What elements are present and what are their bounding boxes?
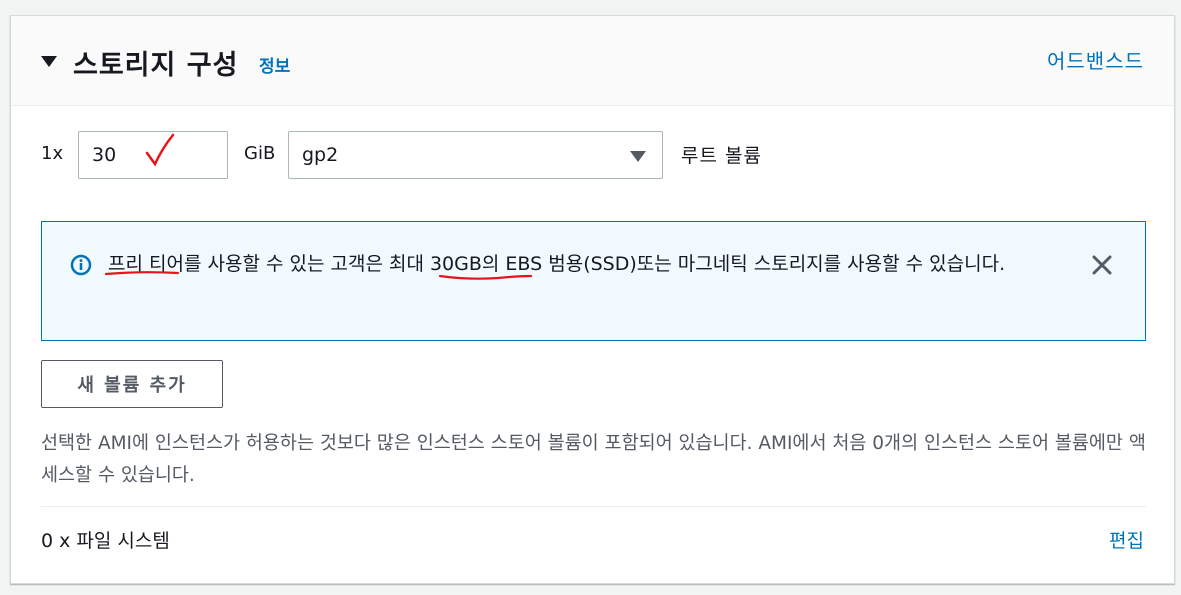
close-icon[interactable]: [1091, 254, 1113, 276]
edit-link[interactable]: 편집: [1109, 526, 1144, 553]
instance-store-note: 선택한 AMI에 인스턴스가 허용하는 것보다 많은 인스턴스 스토어 볼륨이 …: [41, 433, 1146, 486]
volume-type-select[interactable]: gp2: [288, 131, 663, 179]
red-underline-annotation: [104, 271, 180, 276]
caret-down-icon[interactable]: [41, 56, 57, 67]
panel-header: 스토리지 구성 정보 어드밴스드: [11, 16, 1174, 106]
section-title[interactable]: 스토리지 구성: [73, 43, 238, 82]
alert-text-end: 의 EBS 범용(SSD)또는 마그네틱 스토리지를 사용할 수 있습니다.: [481, 253, 1006, 275]
red-underline-annotation: [438, 274, 533, 280]
volume-row: 1x GiB gp2 루트 볼륨: [11, 131, 1174, 181]
divider: [41, 506, 1146, 507]
storage-config-panel: 스토리지 구성 정보 어드밴스드 1x GiB gp2 루트 볼륨 프리 티어를…: [10, 15, 1175, 584]
advanced-link[interactable]: 어드밴스드: [1047, 45, 1144, 74]
volume-type-value: gp2: [302, 144, 339, 166]
info-link[interactable]: 정보: [259, 52, 290, 77]
file-system-label: 0 x 파일 시스템: [41, 530, 170, 552]
alert-message: 프리 티어를 사용할 수 있는 고객은 최대 30GB의 EBS 범용(SSD)…: [108, 248, 1078, 280]
info-icon: [70, 254, 92, 276]
volume-unit: GiB: [244, 143, 276, 164]
root-volume-label: 루트 볼륨: [681, 145, 762, 167]
free-tier-alert: 프리 티어를 사용할 수 있는 고객은 최대 30GB의 EBS 범용(SSD)…: [41, 221, 1146, 341]
add-volume-button[interactable]: 새 볼륨 추가: [41, 360, 223, 408]
caret-down-icon: [630, 151, 646, 162]
alert-text-middle: 어를 사용할 수 있는 고객은: [166, 253, 389, 275]
volume-multiplier: 1x: [41, 143, 64, 164]
red-checkmark-annotation: [145, 133, 175, 167]
